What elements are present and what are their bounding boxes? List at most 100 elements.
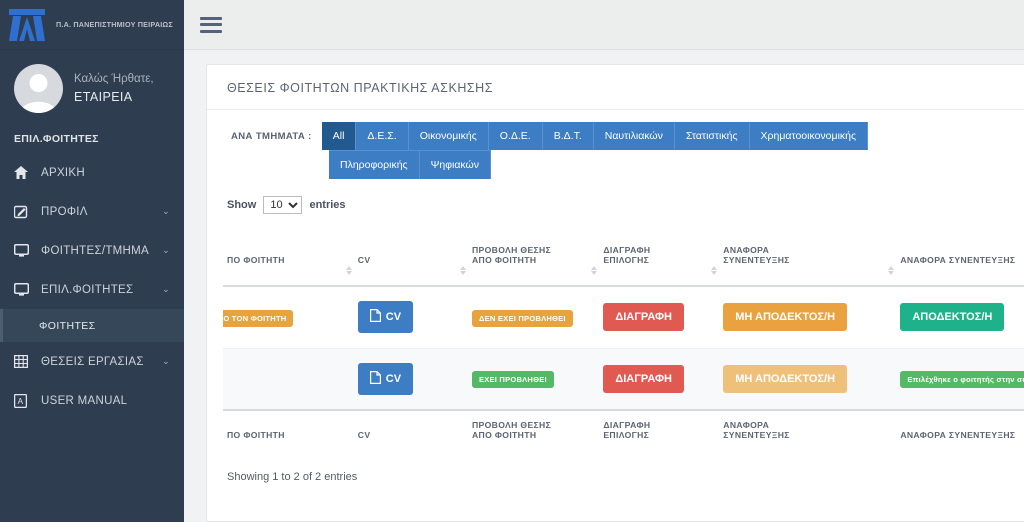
- col-anafora-synenteyxis[interactable]: ΑΝΑΦΟΡΑ ΣΥΝΕΝΤΕΥΞΗΣ: [723, 225, 901, 287]
- sidebar-item-label: ΠΡΟΦΙΛ: [41, 205, 88, 218]
- foot-col-cv: CV: [357, 409, 472, 450]
- sidebar-item-theseis-ergasias[interactable]: ΘΕΣΕΙΣ ΕΡΓΑΣΙΑΣ ⌄: [0, 342, 184, 381]
- filter-label: ΑΝΑ ΤΜΗΜΑΤΑ :: [231, 131, 312, 142]
- table-foot: ΠΟ ΦΟΙΤΗΤΗ CV ΠΡΟΒΟΛΗ ΘΕΣΗΣ ΑΠΟ ΦΟΙΤΗΤΗ …: [223, 409, 1024, 450]
- topbar: ΕΤΑΙΡΕΙΑ ⌄: [184, 0, 1024, 50]
- page-size-select[interactable]: 10: [263, 196, 303, 214]
- col-apo-foititi[interactable]: ΠΟ ΦΟΙΤΗΤΗ: [223, 225, 358, 287]
- accept-button[interactable]: ΑΠΟΔΕΚΤΟΣ/Η: [900, 303, 1005, 332]
- sidebar-item-label: USER MANUAL: [41, 394, 128, 407]
- nav-section-heading: ΕΠΙΛ.ΦΟΙΤΗΤΕΣ: [14, 133, 99, 145]
- chevron-down-icon: ⌄: [162, 245, 170, 255]
- table-header-row: ΠΟ ΦΟΙΤΗΤΗ CV ΠΡΟΒΟΛΗ ΘΕΣΗΣ ΑΠΟ ΦΟΙΤΗΤΗ: [223, 225, 1024, 287]
- cv-button[interactable]: CV: [357, 362, 414, 395]
- foot-col-provoli-thesis: ΠΡΟΒΟΛΗ ΘΕΣΗΣ ΑΠΟ ΦΟΙΤΗΤΗ: [472, 409, 604, 450]
- sidebar-item-profil[interactable]: ΠΡΟΦΙΛ ⌄: [0, 192, 184, 231]
- table-footer-row: ΠΟ ΦΟΙΤΗΤΗ CV ΠΡΟΒΟΛΗ ΘΕΣΗΣ ΑΠΟ ΦΟΙΤΗΤΗ …: [223, 409, 1024, 450]
- sidebar-subitem-label: ΦΟΙΤΗΤΕΣ: [39, 319, 96, 332]
- sort-icon[interactable]: [888, 266, 895, 275]
- welcome-text: Καλώς Ήρθατε, ΕΤΑΙΡΕΙΑ: [74, 71, 154, 106]
- sort-icon[interactable]: [345, 266, 352, 275]
- brand[interactable]: Π.Α. ΠΑΝΕΠΙΣΤΗΜΙΟΥ ΠΕΙΡΑΙΩΣ: [0, 0, 184, 50]
- status-badge: ΑΠΟ ΤΟΝ ΦΟΙΤΗΤΗ: [223, 309, 294, 327]
- main-area: ΕΤΑΙΡΕΙΑ ⌄ ΘΕΣΕΙΣ ΦΟΙΤΗΤΩΝ ΠΡΑΚΤΙΚΗΣ ΑΣΚ…: [184, 0, 1024, 522]
- sidebar-item-label: ΑΡΧΙΚΗ: [41, 166, 85, 179]
- filter-tabs-row2: Πληροφορικής Ψηφιακών: [329, 150, 1024, 179]
- table-footer-controls: Showing 1 to 2 of 2 entries Previous 1 N…: [223, 450, 1024, 490]
- sort-icon[interactable]: [591, 266, 598, 275]
- tab-psifiakon[interactable]: Ψηφιακών: [419, 150, 491, 179]
- cv-button-label: CV: [385, 372, 402, 385]
- reject-button[interactable]: ΜΗ ΑΠΟΔΕΚΤΟΣ/Η: [723, 364, 848, 393]
- table-icon: [14, 355, 34, 368]
- status-badge: ΕΧΕΙ ΠΡΟΒΛΗΘΕΙ: [472, 371, 554, 389]
- brand-text: Π.Α. ΠΑΝΕΠΙΣΤΗΜΙΟΥ ΠΕΙΡΑΙΩΣ: [56, 19, 173, 29]
- table-scroll-container[interactable]: ΠΟ ΦΟΙΤΗΤΗ CV ΠΡΟΒΟΛΗ ΘΕΣΗΣ ΑΠΟ ΦΟΙΤΗΤΗ: [223, 225, 1024, 450]
- col-cv[interactable]: CV: [357, 225, 472, 287]
- sidebar-item-foitites[interactable]: ΦΟΙΤΗΤΕΣ: [0, 309, 184, 342]
- edit-icon: [14, 205, 34, 219]
- status-badge: ΔΕΝ ΕΧΕΙ ΠΡΟΒΛΗΘΕΙ: [472, 309, 573, 327]
- cell-delete: ΔΙΑΓΡΑΦΗ: [603, 348, 724, 411]
- col-provoli-thesis[interactable]: ΠΡΟΒΟΛΗ ΘΕΣΗΣ ΑΠΟ ΦΟΙΤΗΤΗ: [472, 225, 604, 287]
- table-row: CV ΕΧΕΙ ΠΡΟΒΛΗΘΕΙ ΔΙΑΓΡΑΦΗ ΜΗ ΑΠΟΔΕΚΤΟΣ/…: [223, 348, 1024, 411]
- chevron-down-icon: ⌄: [162, 206, 170, 216]
- tab-pliroforikis[interactable]: Πληροφορικής: [329, 150, 420, 179]
- profile-block: Καλώς Ήρθατε, ΕΤΑΙΡΕΙΑ: [0, 50, 184, 125]
- department-filter: ΑΝΑ ΤΜΗΜΑΤΑ : All Δ.Ε.Σ. Οικονομικής Ο.Δ…: [223, 122, 1024, 150]
- app-root: Π.Α. ΠΑΝΕΠΙΣΤΗΜΙΟΥ ΠΕΙΡΑΙΩΣ Καλώς Ήρθατε…: [0, 0, 1024, 522]
- sidebar-item-foitites-tmima[interactable]: ΦΟΙΤΗΤΕΣ/ΤΜΗΜΑ ⌄: [0, 231, 184, 270]
- delete-button[interactable]: ΔΙΑΓΡΑΦΗ: [603, 303, 685, 332]
- greeting: Καλώς Ήρθατε,: [74, 73, 154, 86]
- cell-delete: ΔΙΑΓΡΑΦΗ: [603, 286, 724, 349]
- delete-button[interactable]: ΔΙΑΓΡΑΦΗ: [603, 364, 685, 393]
- cell-applied: [223, 348, 358, 411]
- col-anafora-synenteyxis-2[interactable]: ΑΝΑΦΟΡΑ ΣΥΝΕΝΤΕΥΞΗΣ: [900, 225, 1024, 287]
- tab-naftiliakon[interactable]: Ναυτιλιακών: [593, 122, 675, 150]
- avatar: [14, 64, 63, 113]
- sidebar-item-user-manual[interactable]: A USER MANUAL: [0, 381, 184, 420]
- foot-col-apo-foititi: ΠΟ ΦΟΙΤΗΤΗ: [223, 409, 358, 450]
- sidebar-item-label: ΕΠΙΛ.ΦΟΙΤΗΤΕΣ: [41, 283, 134, 296]
- tab-all[interactable]: All: [321, 122, 357, 150]
- cv-button[interactable]: CV: [357, 301, 414, 334]
- tab-oikonomikis[interactable]: Οικονομικής: [408, 122, 489, 150]
- col-diagrafi[interactable]: ΔΙΑΓΡΑΦΗ ΕΠΙΛΟΓΗΣ: [603, 225, 724, 287]
- monitor-icon: [14, 244, 34, 257]
- sidebar-item-arxiki[interactable]: ΑΡΧΙΚΗ: [0, 153, 184, 192]
- table-head: ΠΟ ΦΟΙΤΗΤΗ CV ΠΡΟΒΟΛΗ ΘΕΣΗΣ ΑΠΟ ΦΟΙΤΗΤΗ: [223, 225, 1024, 287]
- status-badge: Επιλέχθηκε ο φοιτητής στην συνέντευξη: [900, 371, 1024, 389]
- sidebar-username: ΕΤΑΙΡΕΙΑ: [74, 89, 133, 104]
- panel-body: ΑΝΑ ΤΜΗΜΑΤΑ : All Δ.Ε.Σ. Οικονομικής Ο.Δ…: [207, 110, 1024, 490]
- cell-report: ΜΗ ΑΠΟΔΕΚΤΟΣ/Η: [723, 348, 901, 411]
- cell-report: ΜΗ ΑΠΟΔΕΚΤΟΣ/Η: [723, 286, 901, 349]
- sort-icon[interactable]: [460, 266, 466, 275]
- document-icon: [369, 370, 381, 387]
- table-controls: Show 10 entries Search:: [223, 195, 1024, 215]
- cell-viewed: ΔΕΝ ΕΧΕΙ ΠΡΟΒΛΗΘΕΙ: [472, 286, 604, 349]
- document-icon: [369, 309, 381, 325]
- sidebar: Π.Α. ΠΑΝΕΠΙΣΤΗΜΙΟΥ ΠΕΙΡΑΙΩΣ Καλώς Ήρθατε…: [0, 0, 184, 522]
- tab-statistikis[interactable]: Στατιστικής: [674, 122, 750, 150]
- entries-info: Showing 1 to 2 of 2 entries: [227, 471, 358, 483]
- reject-button[interactable]: ΜΗ ΑΠΟΔΕΚΤΟΣ/Η: [723, 303, 848, 332]
- foot-col-diagrafi: ΔΙΑΓΡΑΦΗ ΕΠΙΛΟΓΗΣ: [603, 409, 724, 450]
- cv-button-label: CV: [385, 311, 402, 324]
- tab-ode[interactable]: Ο.Δ.Ε.: [488, 122, 543, 150]
- tab-vdt[interactable]: Β.Δ.Τ.: [542, 122, 594, 150]
- panel-header: ΘΕΣΕΙΣ ΦΟΙΤΗΤΩΝ ΠΡΑΚΤΙΚΗΣ ΑΣΚΗΣΗΣ ⌃: [207, 65, 1024, 110]
- cell-viewed: ΕΧΕΙ ΠΡΟΒΛΗΘΕΙ: [472, 348, 604, 411]
- sort-icon[interactable]: [711, 266, 718, 275]
- tab-des[interactable]: Δ.Ε.Σ.: [356, 122, 409, 150]
- sidebar-item-epil-foitites[interactable]: ΕΠΙΛ.ΦΟΙΤΗΤΕΣ ⌄: [0, 270, 184, 309]
- content-area: ΘΕΣΕΙΣ ΦΟΙΤΗΤΩΝ ΠΡΑΚΤΙΚΗΣ ΑΣΚΗΣΗΣ ⌃ ΑΝΑ …: [184, 50, 1024, 522]
- university-logo-icon: [4, 4, 50, 46]
- hamburger-icon[interactable]: [200, 13, 222, 36]
- panel: ΘΕΣΕΙΣ ΦΟΙΤΗΤΩΝ ΠΡΑΚΤΙΚΗΣ ΑΣΚΗΣΗΣ ⌃ ΑΝΑ …: [206, 64, 1024, 522]
- pdf-icon: A: [14, 393, 34, 408]
- tab-chrimatooikonomikis[interactable]: Χρηματοοικονομικής: [749, 122, 869, 150]
- foot-col-anafora-synenteyxis: ΑΝΑΦΟΡΑ ΣΥΝΕΝΤΕΥΞΗΣ: [723, 409, 901, 450]
- home-icon: [14, 166, 34, 179]
- students-table: ΠΟ ΦΟΙΤΗΤΗ CV ΠΡΟΒΟΛΗ ΘΕΣΗΣ ΑΠΟ ΦΟΙΤΗΤΗ: [223, 225, 1024, 450]
- cell-interview: ΑΠΟΔΕΚΤΟΣ/Η: [900, 286, 1024, 349]
